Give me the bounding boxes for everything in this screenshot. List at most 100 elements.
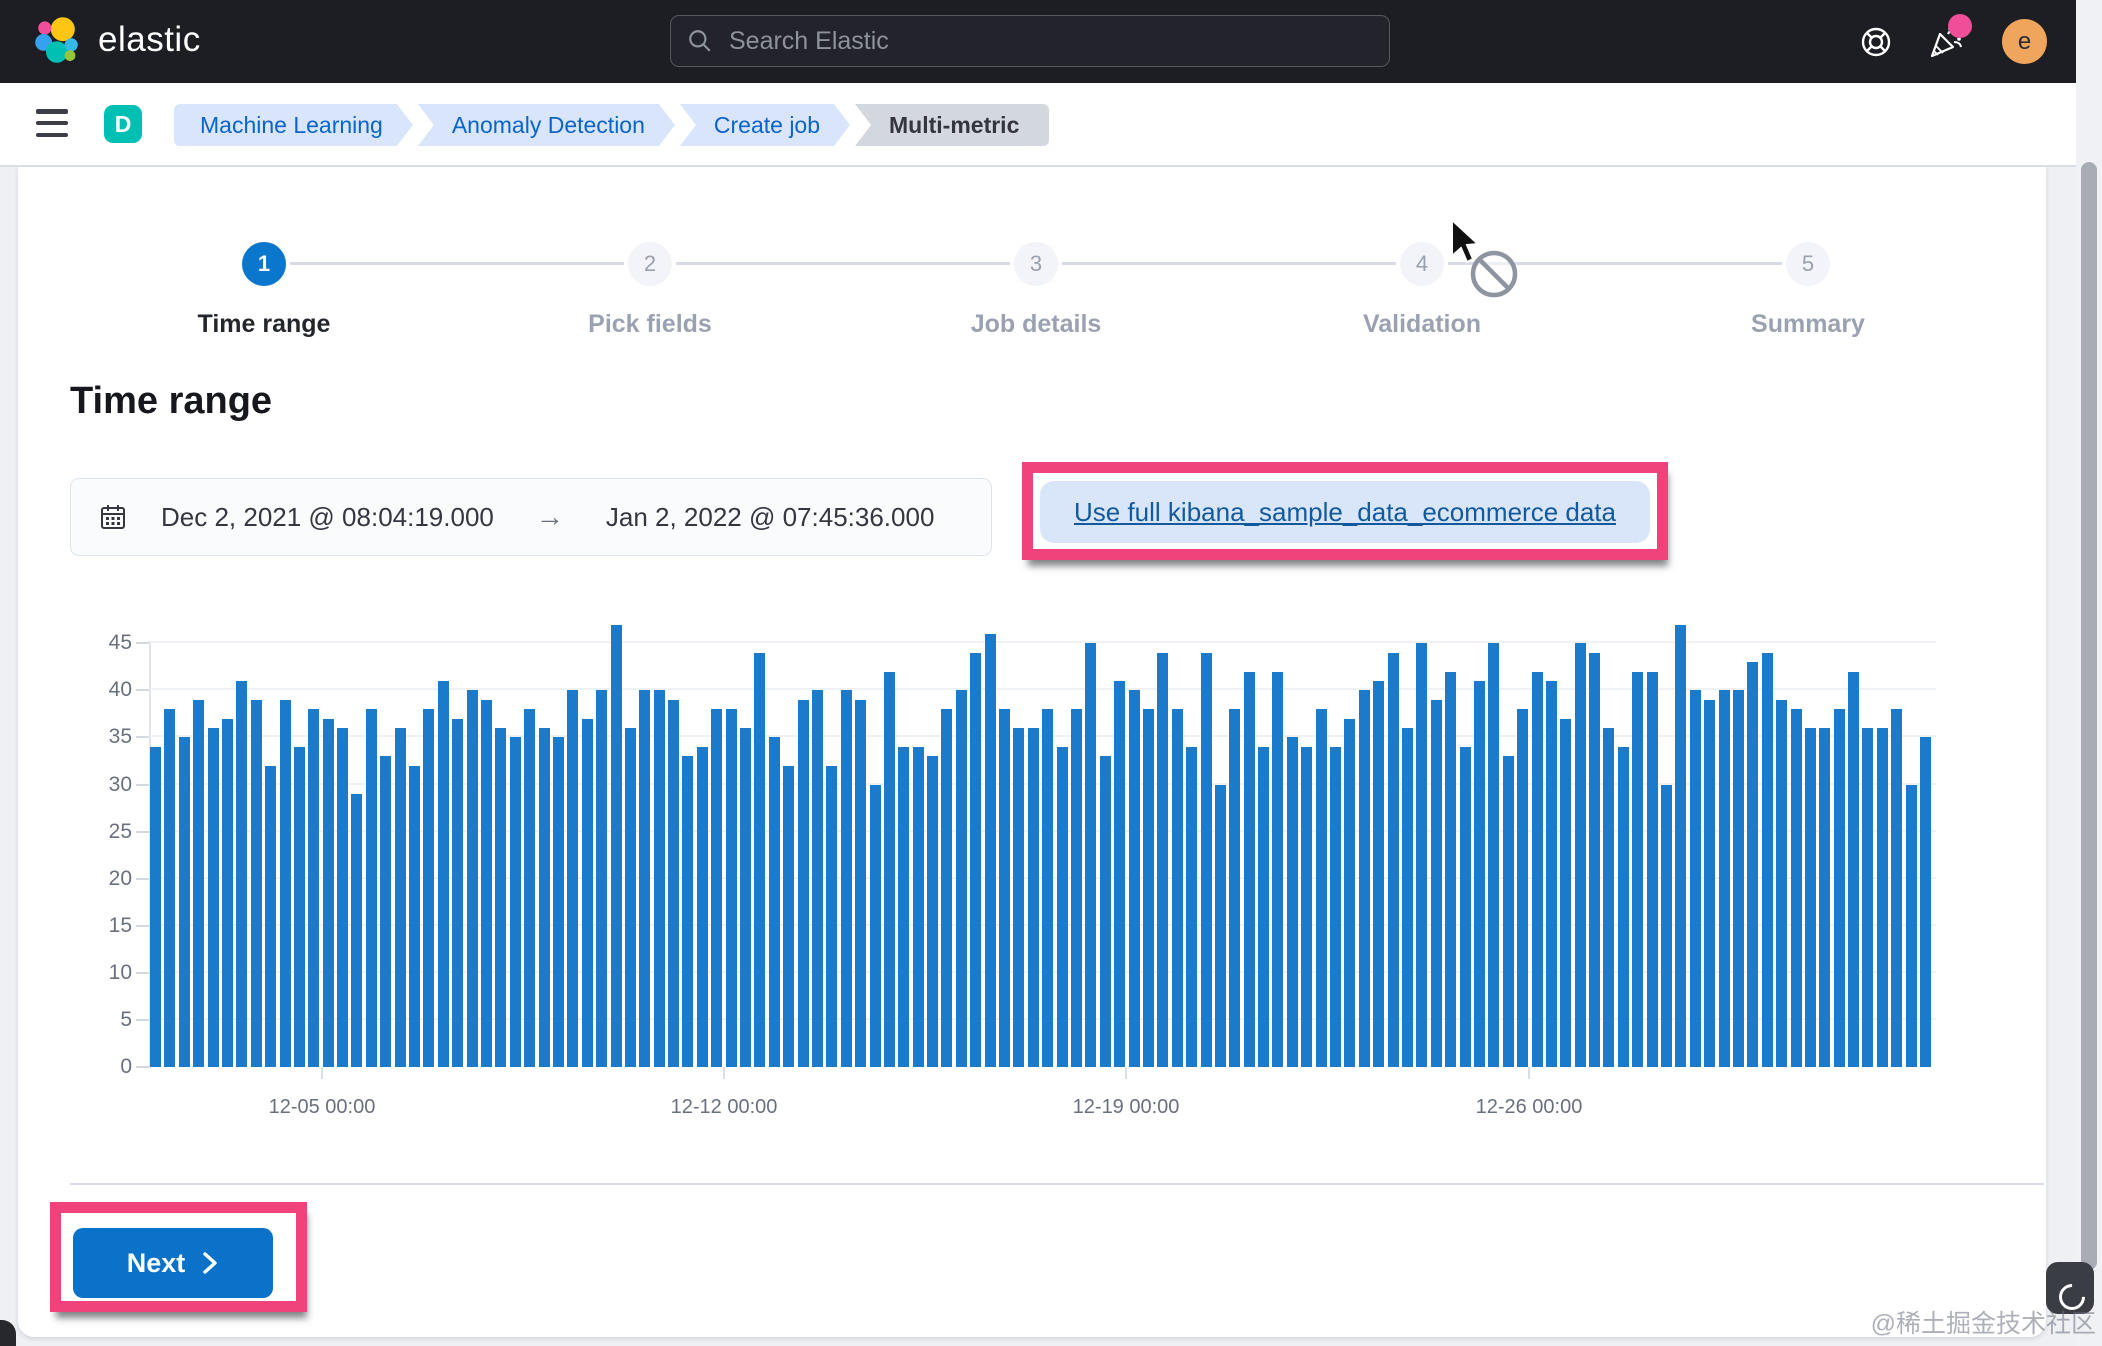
bar: [1575, 643, 1586, 1067]
x-tick-label: 12-26 00:00: [1429, 1096, 1629, 1119]
bar: [1229, 709, 1240, 1067]
bar: [582, 719, 593, 1067]
bar: [1877, 728, 1888, 1067]
y-tick: [136, 831, 149, 833]
y-tick: [136, 878, 149, 880]
newsfeed-button[interactable]: [1922, 18, 1970, 66]
chevron-right-icon: [201, 1250, 219, 1276]
breadcrumb-item-anomaly-detection[interactable]: Anomaly Detection: [418, 104, 675, 146]
bar: [1071, 709, 1082, 1067]
bar: [1589, 653, 1600, 1067]
next-button-label: Next: [127, 1248, 186, 1279]
bar: [1143, 709, 1154, 1067]
step-validation[interactable]: 4Validation: [1272, 242, 1572, 339]
bar: [1129, 690, 1140, 1067]
bar: [236, 681, 247, 1067]
bar: [1215, 785, 1226, 1067]
user-avatar[interactable]: e: [2002, 19, 2047, 64]
bar: [654, 690, 665, 1067]
bar: [726, 709, 737, 1067]
x-tick-label: 12-19 00:00: [1026, 1096, 1226, 1119]
bar: [740, 728, 751, 1067]
bar: [222, 719, 233, 1067]
y-tick: [136, 1019, 149, 1021]
menu-button[interactable]: [36, 109, 68, 137]
bar: [1891, 709, 1902, 1067]
scrollbar-thumb[interactable]: [2081, 162, 2097, 1270]
brand-name: elastic: [98, 20, 201, 60]
help-button[interactable]: [1852, 18, 1900, 66]
step-pick-fields[interactable]: 2Pick fields: [500, 242, 800, 339]
bar: [1834, 709, 1845, 1067]
bar: [380, 756, 391, 1067]
elastic-logo-icon: [34, 16, 82, 64]
next-button[interactable]: Next: [73, 1228, 273, 1298]
bar: [1057, 747, 1068, 1067]
life-ring-icon: [1859, 25, 1893, 59]
bar: [1776, 700, 1787, 1067]
bar: [884, 672, 895, 1067]
use-full-data-link[interactable]: Use full kibana_sample_data_ecommerce da…: [1040, 481, 1650, 543]
bar: [639, 690, 650, 1067]
breadcrumb-item-create-job[interactable]: Create job: [680, 104, 850, 146]
bar: [1532, 672, 1543, 1067]
bar: [1157, 653, 1168, 1067]
start-date[interactable]: Dec 2, 2021 @ 08:04:19.000: [161, 502, 494, 533]
time-range-picker[interactable]: Dec 2, 2021 @ 08:04:19.000 → Jan 2, 2022…: [70, 478, 992, 556]
step-job-details[interactable]: 3Job details: [886, 242, 1186, 339]
step-time-range[interactable]: 1Time range: [114, 242, 414, 339]
bar: [1287, 737, 1298, 1067]
y-tick-label: 35: [72, 725, 132, 749]
elastic-logo[interactable]: elastic: [34, 16, 201, 64]
avatar-initial: e: [2018, 28, 2031, 56]
bar: [1906, 785, 1917, 1067]
step-label: Summary: [1658, 310, 1958, 339]
bar: [927, 756, 938, 1067]
bar: [1114, 681, 1125, 1067]
bar: [452, 719, 463, 1067]
bar: [1172, 709, 1183, 1067]
y-tick-label: 15: [72, 914, 132, 938]
breadcrumb-item-machine-learning[interactable]: Machine Learning: [174, 104, 413, 146]
bar: [898, 747, 909, 1067]
bar: [1517, 709, 1528, 1067]
search-input[interactable]: [727, 26, 1373, 57]
bar: [841, 690, 852, 1067]
space-badge[interactable]: D: [104, 105, 142, 143]
bar: [251, 700, 262, 1067]
bar: [495, 728, 506, 1067]
y-tick: [136, 784, 149, 786]
step-number: 5: [1786, 242, 1830, 286]
bar: [1416, 643, 1427, 1067]
bar: [783, 766, 794, 1067]
step-summary[interactable]: 5 Summary: [1658, 242, 1958, 339]
breadcrumb-item-multi-metric: Multi-metric: [855, 104, 1049, 146]
bar: [1848, 672, 1859, 1067]
bar: [1733, 690, 1744, 1067]
bar: [409, 766, 420, 1067]
bar: [1359, 690, 1370, 1067]
bar: [1258, 747, 1269, 1067]
bar: [1028, 728, 1039, 1067]
bar: [711, 709, 722, 1067]
bar: [438, 681, 449, 1067]
bar: [1791, 709, 1802, 1067]
bar: [294, 747, 305, 1067]
bar: [596, 690, 607, 1067]
bar: [1546, 681, 1557, 1067]
y-tick: [136, 925, 149, 927]
global-search[interactable]: [670, 15, 1390, 67]
y-tick-label: 20: [72, 867, 132, 891]
x-tick: [1125, 1067, 1127, 1079]
app-window: elastic: [0, 0, 2102, 1346]
bar: [1085, 643, 1096, 1067]
bar: [999, 709, 1010, 1067]
y-tick-label: 40: [72, 678, 132, 702]
y-tick-label: 30: [72, 773, 132, 797]
bar: [308, 709, 319, 1067]
end-date[interactable]: Jan 2, 2022 @ 07:45:36.000: [606, 502, 935, 533]
bar: [467, 690, 478, 1067]
notification-dot: [1948, 14, 1972, 38]
bar: [1316, 709, 1327, 1067]
bar: [1330, 747, 1341, 1067]
